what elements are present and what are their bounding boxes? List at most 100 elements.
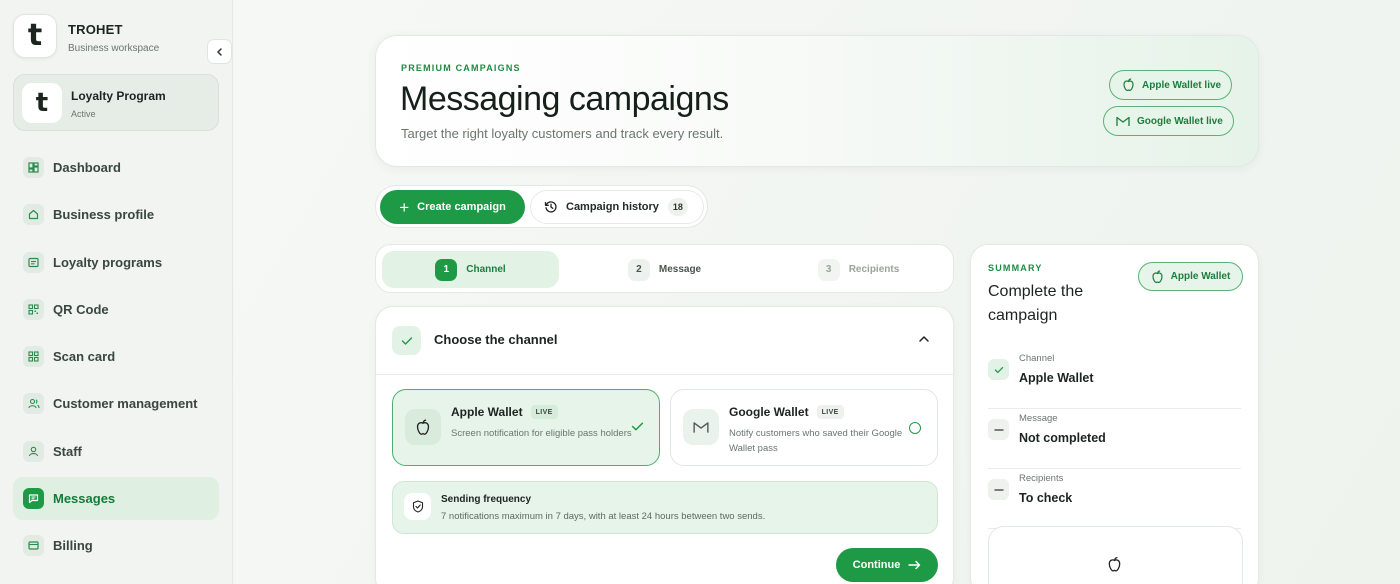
apple-icon <box>1122 78 1135 92</box>
step-recipients[interactable]: 3 Recipients <box>770 251 947 288</box>
plus-icon: + <box>399 197 410 217</box>
badge-label: Apple Wallet live <box>1142 79 1222 91</box>
collapse-section-button[interactable] <box>918 334 930 344</box>
continue-label: Continue <box>852 559 901 571</box>
radio-button[interactable] <box>909 422 921 434</box>
check-icon <box>988 359 1009 380</box>
summary-title: Complete the campaign <box>988 283 1084 324</box>
summary-row-channel: Channel Apple Wallet <box>988 349 1241 409</box>
sidebar-item-label: Dashboard <box>53 160 121 175</box>
sidebar-item-dashboard[interactable]: Dashboard <box>13 146 219 189</box>
history-icon <box>544 200 558 214</box>
gmail-icon <box>683 409 719 445</box>
hero-banner: PREMIUM CAMPAIGNS Messaging campaigns Ta… <box>375 35 1259 167</box>
selected-check-icon <box>631 421 644 432</box>
collapse-sidebar-button[interactable] <box>207 39 232 64</box>
gmail-icon <box>1116 116 1130 127</box>
step-message[interactable]: 2 Message <box>576 251 753 288</box>
step-number: 3 <box>817 258 840 281</box>
users-icon <box>23 393 44 415</box>
sidebar-item-qr-code[interactable]: QR Code <box>13 288 219 331</box>
program-name: Loyalty Program <box>71 89 166 103</box>
frequency-title: Sending frequency <box>441 494 532 505</box>
check-icon <box>392 326 421 355</box>
sidebar-nav: Dashboard Business profile Loyalty progr… <box>13 146 219 572</box>
sidebar-item-business-profile[interactable]: Business profile <box>13 193 219 236</box>
option-description: Notify customers who saved their Google … <box>729 428 903 454</box>
channel-option-apple-wallet[interactable]: Apple Wallet LIVE Screen notification for… <box>392 389 660 466</box>
continue-button[interactable]: Continue <box>836 548 938 582</box>
sidebar-item-label: Billing <box>53 538 93 554</box>
program-status: Active <box>71 109 96 119</box>
brand: t TROHET Business workspace <box>13 14 232 64</box>
dashboard-icon <box>23 157 44 178</box>
summary-label: Recipients <box>1019 473 1064 484</box>
create-campaign-button[interactable]: + Create campaign <box>380 190 525 224</box>
billing-icon <box>23 535 44 557</box>
sidebar-item-customer-management[interactable]: Customer management <box>13 382 219 425</box>
apple-icon <box>405 409 441 445</box>
divider <box>376 374 953 375</box>
qr-code-icon <box>23 298 44 320</box>
option-description: Screen notification for eligible pass ho… <box>451 428 632 439</box>
hero-kicker: PREMIUM CAMPAIGNS <box>401 63 521 73</box>
page-title: Messaging campaigns <box>400 80 729 118</box>
program-switcher[interactable]: t Loyalty Program Active <box>13 74 219 131</box>
live-badge: LIVE <box>816 405 844 419</box>
message-icon <box>23 488 44 510</box>
sidebar-item-staff[interactable]: Staff <box>13 430 219 473</box>
summary-value: Not completed <box>1019 431 1106 445</box>
option-title: Apple Wallet <box>451 405 523 419</box>
create-campaign-label: Create campaign <box>417 201 506 213</box>
home-icon <box>23 204 44 226</box>
sidebar-item-label: Loyalty programs <box>53 254 163 270</box>
sending-frequency-notice: Sending frequency 7 notifications maximu… <box>392 481 938 534</box>
history-count-badge: 18 <box>667 198 688 216</box>
summary-label: Message <box>1019 413 1058 424</box>
radio-circle-icon <box>909 422 921 434</box>
brand-name: TROHET <box>68 22 123 37</box>
dash-icon <box>988 419 1009 440</box>
summary-panel: SUMMARY Complete the campaign Apple Wall… <box>970 244 1259 584</box>
dash-icon <box>988 479 1009 500</box>
step-number: 2 <box>627 258 650 281</box>
chevron-left-icon <box>216 47 222 56</box>
arrow-right-icon <box>908 560 921 570</box>
page-subtitle: Target the right loyalty customers and t… <box>401 126 724 141</box>
summary-value: Apple Wallet <box>1019 371 1094 385</box>
step-channel[interactable]: 1 Channel <box>382 251 559 288</box>
sidebar-item-label: QR Code <box>53 301 109 317</box>
summary-label: Channel <box>1019 353 1055 364</box>
apple-icon <box>1107 556 1122 573</box>
sidebar-item-label: Business profile <box>53 207 155 223</box>
sidebar-item-scan-card[interactable]: Scan card <box>13 335 219 378</box>
program-logo: t <box>22 83 62 123</box>
apple-wallet-status-badge: Apple Wallet live <box>1109 70 1233 100</box>
campaign-actions: + Create campaign Campaign history 18 <box>375 185 708 228</box>
campaign-history-label: Campaign history <box>566 201 659 213</box>
summary-row-message: Message Not completed <box>988 409 1241 469</box>
step-number: 1 <box>435 258 458 281</box>
brand-subtitle: Business workspace <box>68 43 160 54</box>
sidebar-item-messages[interactable]: Messages <box>13 477 219 521</box>
badge-label: Apple Wallet <box>1170 271 1231 282</box>
campaign-stepper: 1 Channel 2 Message 3 Recipients <box>375 244 954 293</box>
sidebar-item-loyalty-programs[interactable]: Loyalty programs <box>13 241 219 284</box>
channel-section: Choose the channel Apple Wallet LIVE Scre… <box>375 306 954 584</box>
section-title: Choose the channel <box>434 332 558 347</box>
summary-kicker: SUMMARY <box>988 263 1043 273</box>
summary-row-recipients: Recipients To check <box>988 469 1241 529</box>
card-icon <box>23 251 44 273</box>
channel-option-google-wallet[interactable]: Google Wallet LIVE Notify customers who s… <box>670 389 938 466</box>
summary-value: To check <box>1019 491 1073 505</box>
selected-channel-badge: Apple Wallet <box>1138 262 1243 291</box>
campaign-history-button[interactable]: Campaign history 18 <box>530 190 704 224</box>
apple-icon <box>1151 269 1164 284</box>
sidebar-item-billing[interactable]: Billing <box>13 524 219 567</box>
sidebar-item-label: Messages <box>53 491 116 507</box>
shield-check-icon <box>404 493 431 520</box>
live-badge: LIVE <box>530 405 558 419</box>
user-icon <box>23 440 44 462</box>
brand-logo: t <box>13 14 57 58</box>
sidebar-item-label: Scan card <box>53 349 116 365</box>
